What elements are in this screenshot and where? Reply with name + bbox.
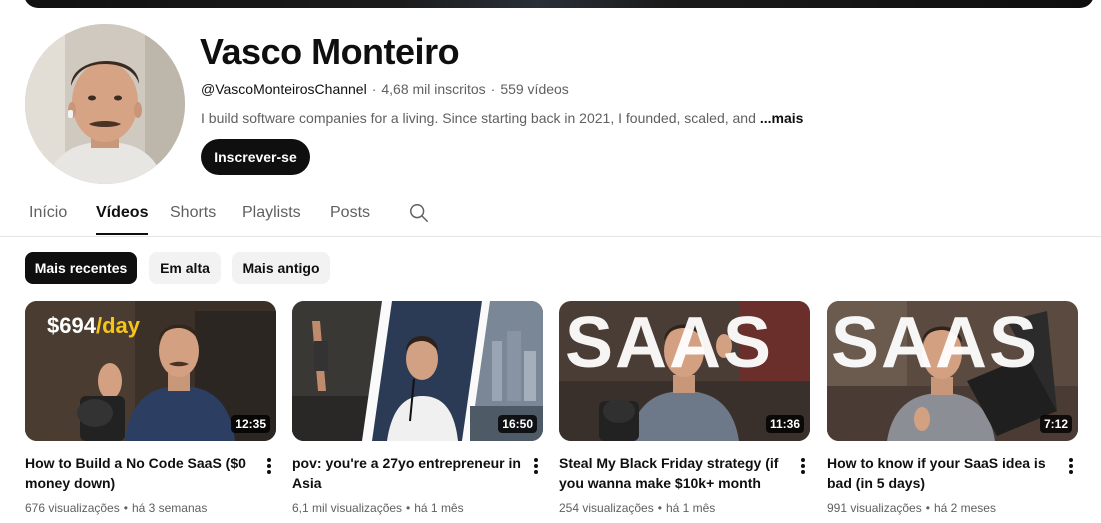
channel-meta: @VascoMonteirosChannel · 4,68 mil inscrito…: [201, 79, 569, 99]
view-count: 254 visualizações: [559, 501, 654, 515]
tab-posts[interactable]: Posts: [330, 202, 370, 224]
meta-separator: ·: [490, 81, 496, 97]
search-icon[interactable]: [408, 202, 430, 224]
meta-separator: •: [406, 501, 411, 515]
channel-name: Vasco Monteiro: [200, 31, 460, 72]
channel-handle[interactable]: @VascoMonteirosChannel: [201, 81, 367, 97]
subscriber-count: 4,68 mil inscritos: [381, 81, 486, 97]
meta-separator: •: [925, 501, 930, 515]
avatar-portrait: [25, 24, 185, 184]
tab-shorts[interactable]: Shorts: [170, 202, 216, 224]
video-duration: 12:35: [231, 415, 270, 433]
more-vert-icon[interactable]: [528, 457, 544, 477]
video-thumbnail[interactable]: SAAS 7:12: [827, 301, 1078, 441]
more-vert-icon[interactable]: [795, 457, 811, 477]
thumbnail-caption: $694/day: [47, 313, 140, 339]
more-vert-icon[interactable]: [261, 457, 277, 477]
channel-description[interactable]: I build software companies for a living.…: [201, 108, 803, 128]
video-card[interactable]: SAAS 11:36 Steal My Black Friday strateg…: [559, 301, 810, 515]
channel-tabs: Início Vídeos Shorts Playlists Posts: [0, 190, 1101, 237]
description-text: I build software companies for a living.…: [201, 110, 756, 126]
thumbnail-caption-amount: $694: [47, 313, 96, 338]
video-duration: 16:50: [498, 415, 537, 433]
video-thumbnail[interactable]: SAAS 11:36: [559, 301, 810, 441]
video-duration: 11:36: [765, 415, 804, 433]
thumbnail-caption: SAAS: [831, 303, 1040, 383]
upload-age: há 2 meses: [933, 501, 996, 515]
thumbnail-caption: SAAS: [565, 303, 774, 383]
more-link[interactable]: ...mais: [760, 110, 804, 126]
video-duration: 7:12: [1039, 415, 1072, 433]
video-meta: 676 visualizações • há 3 semanas: [25, 500, 207, 516]
tab-videos[interactable]: Vídeos: [96, 202, 149, 235]
channel-banner: [24, 0, 1094, 8]
chip-latest[interactable]: Mais recentes: [25, 252, 137, 284]
meta-separator: ·: [371, 81, 377, 97]
view-count: 991 visualizações: [827, 501, 922, 515]
video-meta: 6,1 mil visualizações • há 1 mês: [292, 500, 464, 516]
video-meta: 254 visualizações • há 1 mês: [559, 500, 715, 516]
video-card[interactable]: 16:50 pov: you're a 27yo entrepreneur in…: [292, 301, 543, 515]
chip-popular[interactable]: Em alta: [149, 252, 221, 284]
video-thumbnail[interactable]: $694/day 12:35: [25, 301, 276, 441]
video-title[interactable]: Steal My Black Friday strategy (if you w…: [559, 453, 789, 493]
view-count: 676 visualizações: [25, 501, 120, 515]
meta-separator: •: [123, 501, 128, 515]
video-card[interactable]: $694/day 12:35 How to Build a No Code Sa…: [25, 301, 276, 515]
channel-avatar[interactable]: [25, 24, 185, 184]
video-title[interactable]: pov: you're a 27yo entrepreneur in Asia: [292, 453, 522, 493]
video-meta: 991 visualizações • há 2 meses: [827, 500, 996, 516]
upload-age: há 1 mês: [414, 501, 464, 515]
subscribe-button[interactable]: Inscrever-se: [201, 139, 310, 175]
more-vert-icon[interactable]: [1063, 457, 1079, 477]
chip-oldest[interactable]: Mais antigo: [232, 252, 330, 284]
tab-playlists[interactable]: Playlists: [242, 202, 301, 224]
upload-age: há 3 semanas: [131, 501, 208, 515]
meta-separator: •: [657, 501, 662, 515]
video-title[interactable]: How to Build a No Code SaaS ($0 money do…: [25, 453, 255, 493]
tab-home[interactable]: Início: [29, 202, 67, 224]
video-title[interactable]: How to know if your SaaS idea is bad (in…: [827, 453, 1057, 493]
upload-age: há 1 mês: [665, 501, 716, 515]
video-count: 559 vídeos: [500, 81, 569, 97]
thumbnail-caption-unit: /day: [95, 313, 140, 338]
view-count: 6,1 mil visualizações: [292, 501, 403, 515]
video-card[interactable]: SAAS 7:12 How to know if your SaaS idea …: [827, 301, 1078, 515]
video-thumbnail[interactable]: 16:50: [292, 301, 543, 441]
